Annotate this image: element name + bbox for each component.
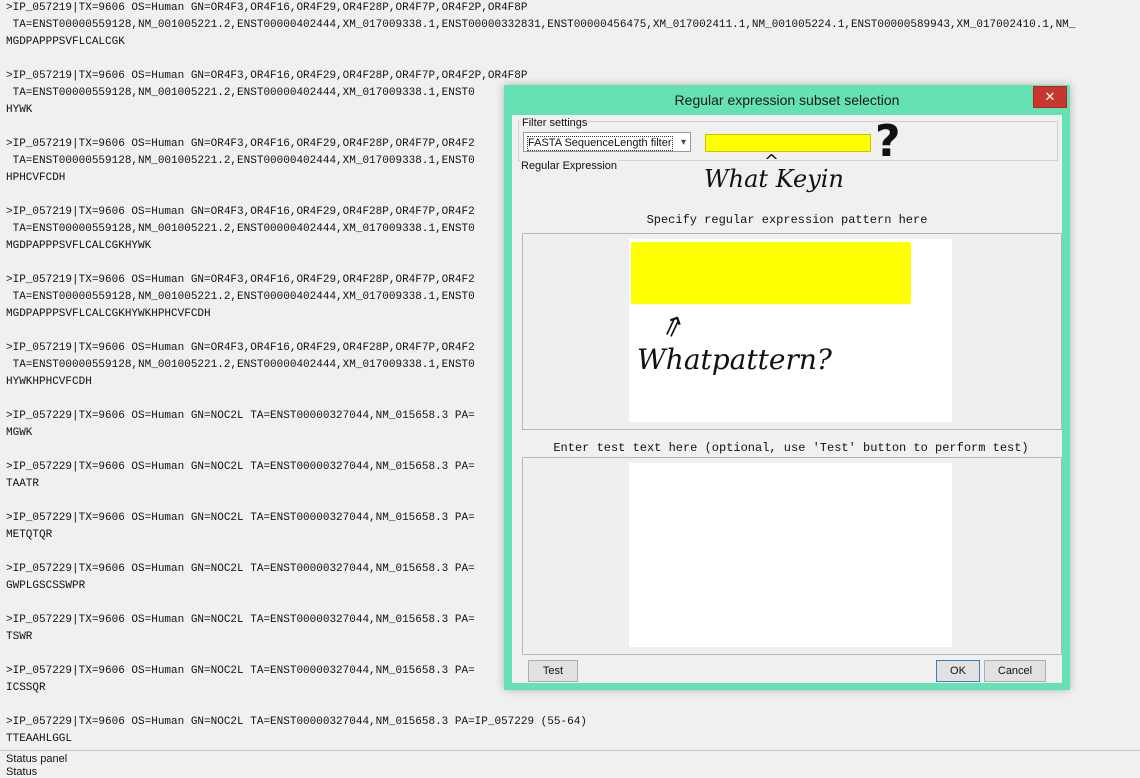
fasta-header-line: >IP_057219|TX=9606 OS=Human GN=OR4F3,OR4…: [6, 2, 528, 14]
pattern-box: ⇗ Whatpattern?: [522, 233, 1062, 430]
cancel-button[interactable]: Cancel: [984, 660, 1046, 682]
filter-settings-label: Filter settings: [521, 117, 589, 129]
filter-type-select[interactable]: FASTA SequenceLength filter ▾: [523, 132, 691, 152]
fasta-sequence-line: TTEAAHLGGL: [6, 733, 73, 745]
regex-group-label: Regular Expression: [520, 160, 618, 172]
pattern-heading: Specify regular expression pattern here: [646, 213, 928, 227]
fasta-record: >IP_057229|TX=9606 OS=Human GN=NOC2L TA=…: [6, 408, 475, 442]
status-text: Status: [6, 766, 38, 778]
dialog-title: Regular expression subset selection: [674, 92, 900, 108]
chevron-down-icon: ▾: [680, 137, 686, 148]
dialog-body: Filter settings FASTA SequenceLength fil…: [512, 115, 1062, 683]
fasta-record: >IP_057229|TX=9606 OS=Human GN=NOC2L TA=…: [6, 561, 475, 595]
fasta-header-line: >IP_057229|TX=9606 OS=Human GN=NOC2L TA=…: [6, 410, 475, 422]
close-icon: ✕: [1044, 89, 1056, 104]
filter-value-input[interactable]: [705, 134, 871, 152]
fasta-header-line: >IP_057229|TX=9606 OS=Human GN=NOC2L TA=…: [6, 614, 475, 626]
fasta-sequence-line: GWPLGSCSSWPR: [6, 580, 86, 592]
test-button[interactable]: Test: [528, 660, 578, 682]
fasta-sequence-line: TAATR: [6, 478, 40, 490]
fasta-annotation-line: TA=ENST00000559128,NM_001005221.2,ENST00…: [6, 19, 1076, 31]
regex-subset-dialog: Regular expression subset selection ✕ Fi…: [504, 85, 1070, 690]
status-panel-title: Status panel: [6, 753, 68, 765]
handwritten-question-mark: ?: [875, 116, 901, 167]
filter-select-value: FASTA SequenceLength filter: [527, 136, 673, 151]
fasta-sequence-line: MGWK: [6, 427, 33, 439]
pattern-highlight: [631, 242, 911, 304]
handwritten-arrow-icon: ⇗: [656, 305, 690, 346]
fasta-record: >IP_057229|TX=9606 OS=Human GN=NOC2L TA=…: [6, 510, 475, 544]
regex-group: Regular Expression ^ What Keyin Specify …: [518, 151, 1062, 655]
status-panel: Status panel Status: [0, 750, 1140, 778]
fasta-record: >IP_057229|TX=9606 OS=Human GN=NOC2L TA=…: [6, 714, 587, 748]
fasta-sequence-line: TSWR: [6, 631, 33, 643]
fasta-record: >IP_057229|TX=9606 OS=Human GN=NOC2L TA=…: [6, 663, 475, 697]
fasta-record: >IP_057229|TX=9606 OS=Human GN=NOC2L TA=…: [6, 459, 475, 493]
handwritten-what-key-in: What Keyin: [704, 165, 844, 193]
fasta-sequence-line: ICSSQR: [6, 682, 46, 694]
filter-settings-group: Filter settings FASTA SequenceLength fil…: [518, 116, 1058, 167]
fasta-record: >IP_057229|TX=9606 OS=Human GN=NOC2L TA=…: [6, 612, 475, 646]
close-button[interactable]: ✕: [1033, 86, 1067, 108]
fasta-sequence-line: MGDPAPPPSVFLCALCGK: [6, 36, 125, 48]
ok-button[interactable]: OK: [936, 660, 980, 682]
test-text-heading: Enter test text here (optional, use 'Tes…: [553, 441, 1029, 455]
fasta-header-line: >IP_057219|TX=9606 OS=Human GN=OR4F3,OR4…: [6, 70, 528, 82]
fasta-header-line: >IP_057229|TX=9606 OS=Human GN=NOC2L TA=…: [6, 716, 587, 728]
pattern-input[interactable]: ⇗ Whatpattern?: [629, 239, 952, 422]
test-box: [522, 457, 1062, 655]
fasta-record: >IP_057219|TX=9606 OS=Human GN=OR4F3,OR4…: [6, 0, 1075, 51]
fasta-header-line: >IP_057229|TX=9606 OS=Human GN=NOC2L TA=…: [6, 563, 475, 575]
handwritten-what-pattern: Whatpattern?: [637, 343, 832, 376]
fasta-header-line: >IP_057229|TX=9606 OS=Human GN=NOC2L TA=…: [6, 665, 475, 677]
test-text-input[interactable]: [629, 463, 952, 647]
fasta-header-line: >IP_057229|TX=9606 OS=Human GN=NOC2L TA=…: [6, 461, 475, 473]
fasta-sequence-line: METQTQR: [6, 529, 53, 541]
fasta-header-line: >IP_057229|TX=9606 OS=Human GN=NOC2L TA=…: [6, 512, 475, 524]
